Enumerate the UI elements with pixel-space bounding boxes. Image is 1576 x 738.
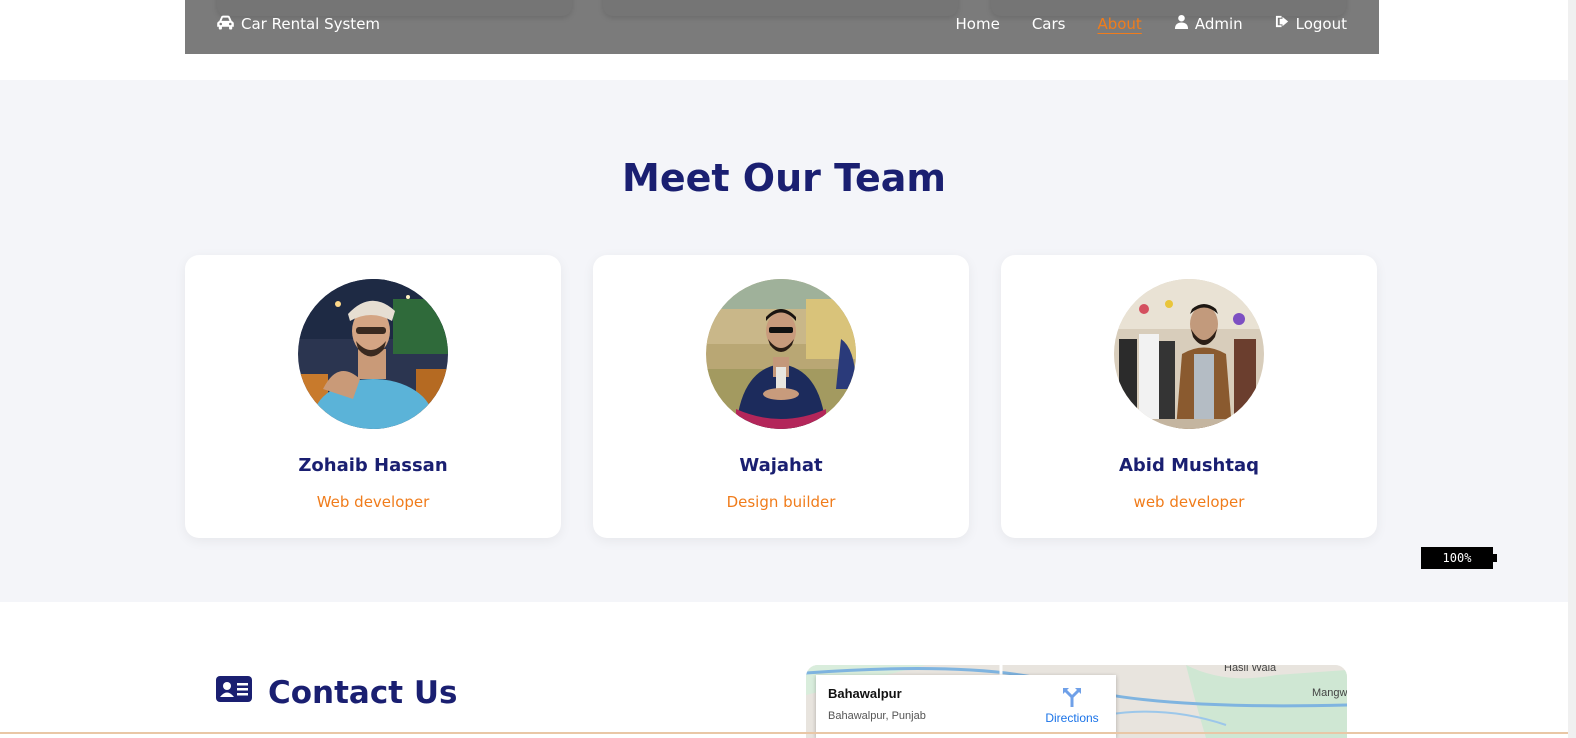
team-card: Wajahat Design builder [593,255,969,538]
nav-admin-label: Admin [1194,14,1243,33]
car-icon [216,14,235,34]
battery-indicator: 100% [1421,547,1497,569]
map-info-card: Bahawalpur Bahawalpur, Punjab Directions [816,675,1116,738]
member-name: Abid Mushtaq [1118,455,1260,476]
address-card-icon [216,674,252,712]
nav-about-link[interactable]: About [1097,14,1141,33]
user-icon [1174,14,1189,33]
map-embed[interactable]: Hasil Wala Mangw Bahawalpur Bahawalpur, … [806,665,1347,738]
brand-link[interactable]: Car Rental System [216,14,380,34]
team-card: Abid Mushtaq web developer [1001,255,1377,538]
background-card [603,0,958,16]
map-place-name: Bahawalpur [828,686,902,701]
divider [0,732,1568,734]
nav-cars-link[interactable]: Cars [1032,14,1066,33]
team-title: Meet Our Team [622,156,946,200]
nav-admin-link[interactable]: Admin [1174,14,1243,33]
nav-home-link[interactable]: Home [956,14,1000,33]
brand-label: Car Rental System [241,15,381,33]
directions-label: Directions [1045,711,1099,725]
nav-about-label: About [1097,14,1142,33]
team-card: Zohaib Hassan Web developer [185,255,561,538]
member-name: Zohaib Hassan [298,455,448,476]
navbar: Car Rental System Home Cars About Admin … [185,0,1379,54]
sign-out-icon [1275,14,1290,33]
avatar [298,279,448,429]
member-role: web developer [1133,493,1245,511]
member-role: Design builder [726,493,836,511]
nav-home-label: Home [955,14,1000,33]
team-cards: Zohaib Hassan Web developer Wajahat Desi… [185,255,1377,538]
nav-cars-label: Cars [1031,14,1066,33]
contact-heading: Contact Us [216,674,457,712]
scrollbar[interactable] [1568,0,1576,738]
contact-title: Contact Us [268,675,458,711]
member-name: Wajahat [739,455,823,476]
avatar [1114,279,1264,429]
map-place-subtitle: Bahawalpur, Punjab [828,710,926,722]
avatar [706,279,856,429]
directions-icon [1042,687,1102,707]
nav-logout-label: Logout [1295,14,1347,33]
map-label: Mangw [1312,687,1347,699]
member-role: Web developer [316,493,430,511]
map-label: Hasil Wala [1224,665,1277,674]
nav-logout-link[interactable]: Logout [1275,14,1347,33]
team-section: Meet Our Team Zohaib Hassan Web develope… [0,80,1568,602]
directions-button[interactable]: Directions [1042,687,1102,725]
nav-links: Home Cars About Admin Logout [956,14,1347,33]
